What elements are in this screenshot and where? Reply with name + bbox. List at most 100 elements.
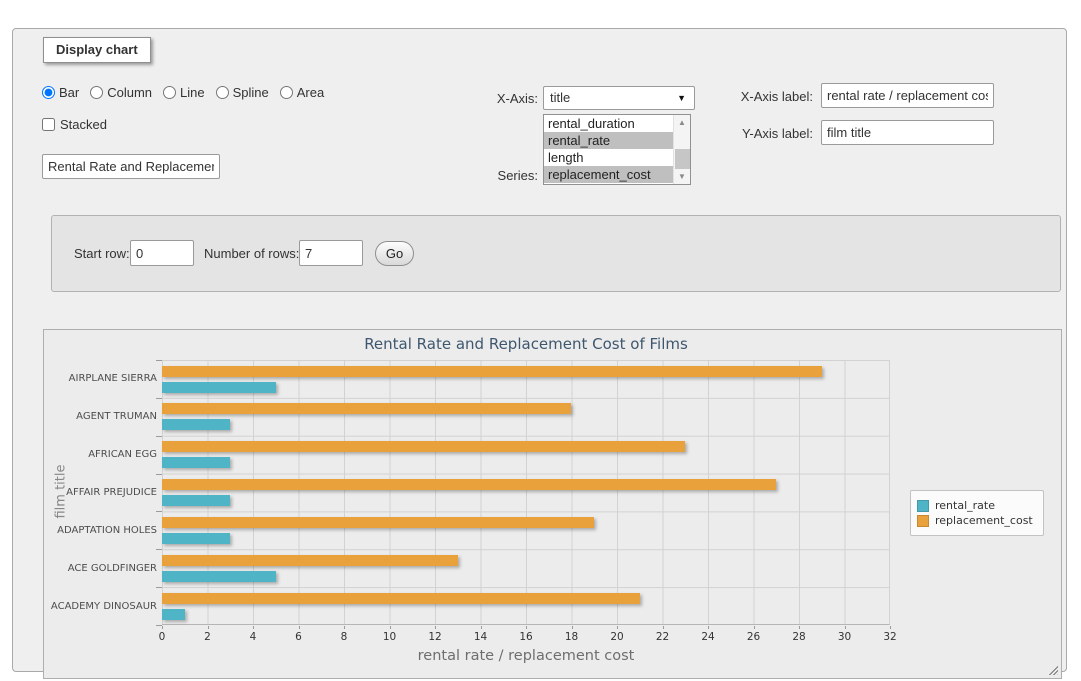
y-axis-tick [156,436,162,437]
chart-type-line[interactable]: Line [163,85,205,100]
bar-replacement_cost[interactable] [162,479,776,490]
resize-handle-icon[interactable] [1047,664,1058,675]
x-axis-tick [162,626,163,629]
bar-rental_rate[interactable] [162,457,230,468]
x-axis-tick-label: 18 [554,631,590,643]
series-scrollbar[interactable]: ▲ ▼ [673,115,690,184]
y-axis-tick [156,587,162,588]
series-option-replacement_cost[interactable]: replacement_cost [544,166,673,183]
panel-legend: Display chart [43,37,151,63]
x-axis-tick [845,626,846,629]
stacked-option: Stacked [42,117,107,132]
x-axis-tick [617,626,618,629]
bar-rental_rate[interactable] [162,609,185,620]
bar-replacement_cost[interactable] [162,555,458,566]
scroll-down-icon[interactable]: ▼ [674,169,690,184]
category-label: ADAPTATION HOLES [46,511,157,549]
category-label: AFRICAN EGG [46,436,157,474]
x-axis-tick [435,626,436,629]
series-multiselect[interactable]: rental_durationrental_ratelengthreplacem… [543,114,691,185]
stacked-checkbox[interactable] [42,118,55,131]
x-axis-tick [390,626,391,629]
x-axis-tick [208,626,209,629]
bar-replacement_cost[interactable] [162,593,640,604]
x-axis-tick [663,626,664,629]
chart-type-radio-line[interactable] [163,86,176,99]
chart-type-radio-column[interactable] [90,86,103,99]
x-axis-tick-label: 30 [827,631,863,643]
chart-type-radio-bar[interactable] [42,86,55,99]
x-axis-selected-value: title [550,90,570,105]
display-chart-panel: Display chart Bar Column Line Spline Area St… [12,28,1067,672]
category-label: AIRPLANE SIERRA [46,360,157,398]
x-axis-label-input[interactable] [821,83,994,108]
y-axis-label-label: Y-Axis label: [713,126,813,141]
num-rows-input[interactable] [299,240,363,266]
num-rows-label: Number of rows: [204,246,299,261]
x-axis-tick [253,626,254,629]
x-axis-tick-label: 14 [463,631,499,643]
x-axis-tick-label: 12 [417,631,453,643]
x-axis-tick-label: 10 [372,631,408,643]
y-axis-tick [156,549,162,550]
legend-item-rental_rate[interactable]: rental_rate [917,499,1033,512]
x-axis-tick [754,626,755,629]
bar-rental_rate[interactable] [162,495,230,506]
x-axis-select[interactable]: title ▼ [543,86,695,110]
x-axis-tick [799,626,800,629]
x-axis-tick-label: 22 [645,631,681,643]
chart-type-options: Bar Column Line Spline Area [42,85,333,100]
y-axis-tick [156,511,162,512]
chart-type-spline[interactable]: Spline [216,85,269,100]
series-option-rental_rate[interactable]: rental_rate [544,132,673,149]
x-axis-tick-label: 6 [281,631,317,643]
x-axis-tick [481,626,482,629]
x-axis-tick-label: 20 [599,631,635,643]
chart-type-radio-spline[interactable] [216,86,229,99]
plot-area [162,360,890,625]
x-axis-tick [890,626,891,629]
bar-rental_rate[interactable] [162,419,230,430]
row-controls-panel: Start row: Number of rows: Go [51,215,1061,292]
go-button[interactable]: Go [375,241,414,266]
chart-type-bar[interactable]: Bar [42,85,79,100]
x-axis-label-label: X-Axis label: [713,89,813,104]
bar-rental_rate[interactable] [162,533,230,544]
category-label: ACADEMY DINOSAUR [46,587,157,625]
series-option-rental_duration[interactable]: rental_duration [544,115,673,132]
chart-container: Rental Rate and Replacement Cost of Film… [43,329,1062,679]
legend-swatch-icon [917,515,929,527]
x-axis-tick-label: 24 [690,631,726,643]
bar-rental_rate[interactable] [162,571,276,582]
chart-type-radio-area[interactable] [280,86,293,99]
x-axis-tick [572,626,573,629]
chart-type-column[interactable]: Column [90,85,152,100]
x-axis-tick-label: 2 [190,631,226,643]
x-axis-tick [299,626,300,629]
x-axis-tick-label: 0 [144,631,180,643]
start-row-input[interactable] [130,240,194,266]
legend-item-replacement_cost[interactable]: replacement_cost [917,514,1033,527]
stacked-label[interactable]: Stacked [60,117,107,132]
chart-title: Rental Rate and Replacement Cost of Film… [162,335,890,353]
category-label: AGENT TRUMAN [46,398,157,436]
bar-replacement_cost[interactable] [162,517,594,528]
bar-replacement_cost[interactable] [162,441,685,452]
y-axis-tick [156,474,162,475]
x-axis-tick-label: 32 [872,631,908,643]
scroll-up-icon[interactable]: ▲ [674,115,690,130]
series-option-length[interactable]: length [544,149,673,166]
bar-replacement_cost[interactable] [162,366,822,377]
x-axis-tick-label: 8 [326,631,362,643]
x-axis-tick [344,626,345,629]
x-axis-tick-label: 28 [781,631,817,643]
legend-label: rental_rate [935,499,995,512]
bar-rental_rate[interactable] [162,382,276,393]
bar-replacement_cost[interactable] [162,403,571,414]
chart-type-area[interactable]: Area [280,85,324,100]
legend-swatch-icon [917,500,929,512]
category-label: AFFAIR PREJUDICE [46,474,157,512]
chart-title-input[interactable] [42,154,220,179]
chart-legend: rental_rate replacement_cost [910,490,1044,536]
y-axis-label-input[interactable] [821,120,994,145]
